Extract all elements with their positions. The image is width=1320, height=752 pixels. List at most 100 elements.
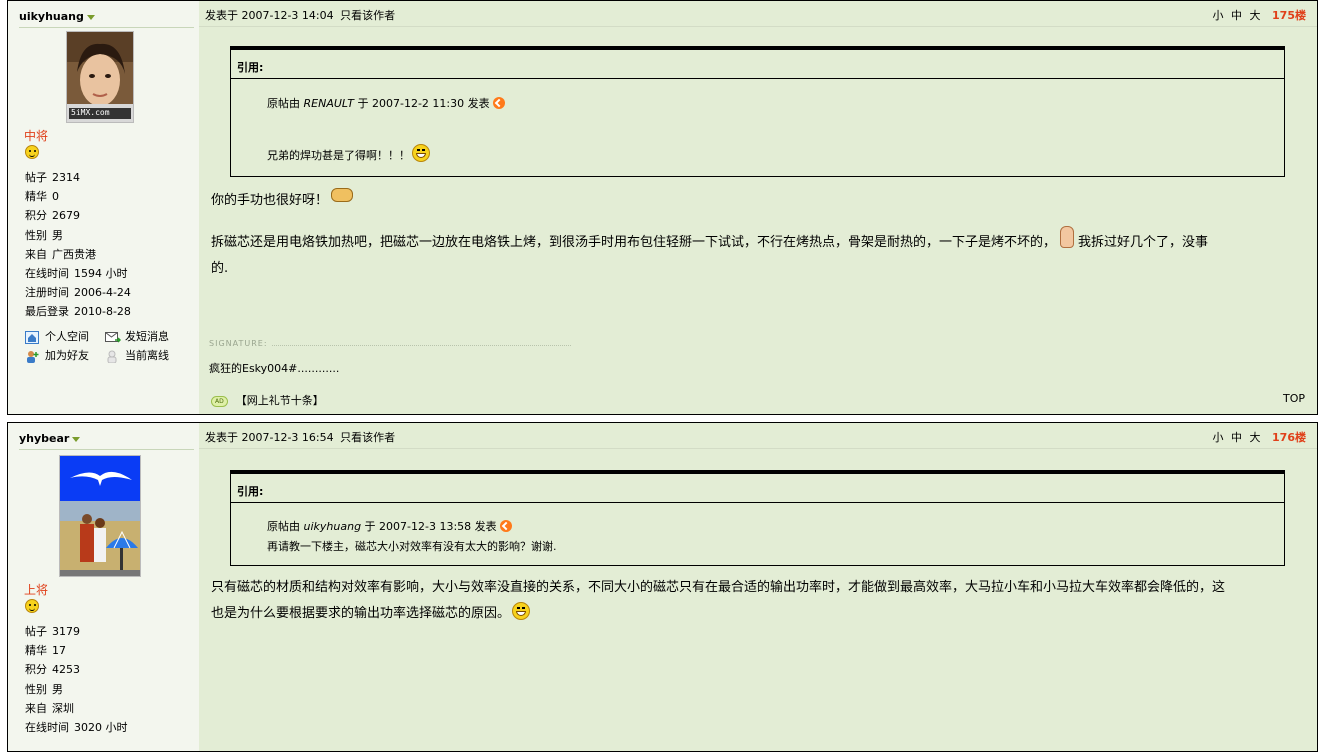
quote-source-prefix: 原帖由 <box>267 97 300 110</box>
stat-value: 深圳 <box>52 701 74 715</box>
rank-icon <box>25 144 39 163</box>
avatar: 5iMX.com <box>66 31 134 123</box>
user-rank: 中将 <box>24 129 49 143</box>
chevron-down-icon[interactable] <box>72 436 81 442</box>
grin-emoji-icon <box>412 144 430 162</box>
author-name-link[interactable]: uikyhuang <box>19 10 84 23</box>
space-link[interactable]: 个人空间 <box>25 328 89 344</box>
stat-key: 最后登录 <box>25 305 69 319</box>
quote-source-prefix: 原帖由 <box>267 520 300 533</box>
goto-post-icon[interactable] <box>492 97 505 109</box>
stat-value: 3020 小时 <box>74 721 128 735</box>
font-size-large[interactable]: 大 <box>1250 431 1261 444</box>
goto-post-icon[interactable] <box>499 520 512 532</box>
stat-row: 帖子 2314 <box>25 168 131 187</box>
stat-row: 帖子 3179 <box>25 622 128 641</box>
author-sidebar: yhybear 上将 帖子 3179 精华 17 积分 4253 性别 男 来自… <box>8 423 199 751</box>
stat-value: 2314 <box>52 171 80 184</box>
stat-value: 男 <box>52 228 63 242</box>
stat-value: 男 <box>52 682 63 696</box>
post-175: uikyhuang 5iMX.com 中将 帖子 2314 精华 0 积分 2679 … <box>7 0 1318 415</box>
ad-link[interactable]: AD 【网上礼节十条】 <box>211 392 324 408</box>
avatar <box>59 455 141 577</box>
quote-author: RENAULT <box>303 97 355 110</box>
stat-row: 精华 0 <box>25 187 131 206</box>
only-author-link[interactable]: 只看该作者 <box>340 9 395 22</box>
quote-label: 引用: <box>237 61 264 74</box>
handshake-emoji-icon <box>331 188 354 202</box>
quote-divider <box>231 502 1284 503</box>
header-divider <box>199 26 1317 27</box>
body-text: 拆磁芯还是用电烙铁加热吧，把磁芯一边放在电烙铁上烤，到很汤手时用布包住轻掰一下试… <box>211 235 1057 250</box>
chevron-down-icon[interactable] <box>86 14 95 20</box>
body-text: 你的手功也很好呀！ <box>211 193 329 208</box>
stat-key: 帖子 <box>25 171 47 184</box>
stat-value: 17 <box>52 644 66 658</box>
font-size-small[interactable]: 小 <box>1213 9 1224 22</box>
add-friend-label: 加为好友 <box>45 349 89 362</box>
post-date: 发表于 2007-12-3 16:54 <box>205 431 334 444</box>
quote-divider <box>231 78 1284 79</box>
stat-row: 精华 17 <box>25 641 128 660</box>
status-label: 当前离线 <box>125 349 169 362</box>
online-status: 当前离线 <box>105 347 169 363</box>
user-stats: 帖子 3179 精华 17 积分 4253 性别男 来自 深圳 在线时间 3020 小时 <box>25 622 128 737</box>
quote-source-suffix: 于 2007-12-2 11:30 发表 <box>357 97 490 110</box>
quote-block: 引用: 原帖由 RENAULT 于 2007-12-2 11:30 发表 兄弟的… <box>230 46 1285 177</box>
font-size-medium[interactable]: 中 <box>1231 9 1242 22</box>
font-size-small[interactable]: 小 <box>1213 431 1224 444</box>
stat-row: 来自 深圳 <box>25 699 128 718</box>
quote-text: 再请教一下楼主，磁芯大小对效率有没有太大的影响？谢谢. <box>267 540 557 553</box>
stat-value: 4253 <box>52 663 80 677</box>
floor-number[interactable]: 175楼 <box>1272 9 1306 22</box>
user-rank: 上将 <box>24 583 49 597</box>
post-content: 发表于 2007-12-3 16:54 只看该作者 小 中 大 176楼 引用:… <box>199 423 1317 751</box>
home-icon <box>25 330 39 344</box>
stat-key: 帖子 <box>25 625 47 638</box>
body-text: 的. <box>211 261 229 276</box>
font-size-medium[interactable]: 中 <box>1231 431 1242 444</box>
stat-value: 广西贵港 <box>52 247 96 261</box>
stat-value: 2006-4-24 <box>74 286 131 300</box>
author-sidebar: uikyhuang 5iMX.com 中将 帖子 2314 精华 0 积分 2679 … <box>8 1 199 414</box>
post-body: 你的手功也很好呀！ 拆磁芯还是用电烙铁加热吧，把磁芯一边放在电烙铁上烤，到很汤手… <box>211 188 1306 282</box>
author-name[interactable]: yhybear <box>19 432 194 450</box>
floor-number[interactable]: 176楼 <box>1272 431 1306 444</box>
add-friend-link[interactable]: 加为好友 <box>25 347 89 363</box>
stat-key: 精华 <box>25 190 47 204</box>
quote-source: 原帖由 uikyhuang 于 2007-12-3 13:58 发表 <box>267 518 512 534</box>
body-paragraph: 拆磁芯还是用电烙铁加热吧，把磁芯一边放在电烙铁上烤，到很汤手时用布包住轻掰一下试… <box>211 226 1306 256</box>
body-text: 我拆过好几个了，没事 <box>1078 235 1209 250</box>
user-stats: 帖子 2314 精华 0 积分 2679 性别男 来自 广西贵港 在线时间 1594 小时… <box>25 168 131 322</box>
quote-block: 引用: 原帖由 uikyhuang 于 2007-12-3 13:58 发表 再… <box>230 470 1285 566</box>
only-author-link[interactable]: 只看该作者 <box>340 431 395 444</box>
ad-text[interactable]: 【网上礼节十条】 <box>236 394 324 407</box>
stat-value: 0 <box>52 190 59 204</box>
quote-label: 引用: <box>237 485 264 498</box>
space-label: 个人空间 <box>45 330 89 343</box>
stat-key: 积分 <box>25 209 47 223</box>
author-name[interactable]: uikyhuang <box>19 10 194 28</box>
back-to-top-link[interactable]: TOP <box>1283 392 1305 405</box>
body-text: 也是为什么要根据要求的输出功率选择磁芯的原因。 <box>211 606 511 621</box>
post-date: 发表于 2007-12-3 14:04 <box>205 9 334 22</box>
author-name-link[interactable]: yhybear <box>19 432 69 445</box>
signature-label: SIGNATURE: <box>209 339 272 348</box>
stat-row: 性别男 <box>25 680 128 699</box>
signature-text: 疯狂的Esky004#............ <box>209 362 340 375</box>
body-paragraph: 也是为什么要根据要求的输出功率选择磁芯的原因。 <box>211 601 1311 627</box>
avatar-watermark: 5iMX.com <box>71 108 110 117</box>
stat-key: 来自 <box>25 701 47 715</box>
pm-link[interactable]: 发短消息 <box>105 328 169 344</box>
stat-row: 积分 2679 <box>25 206 131 225</box>
stat-key: 性别 <box>25 228 47 242</box>
quote-source: 原帖由 RENAULT 于 2007-12-2 11:30 发表 <box>267 95 505 111</box>
font-size-large[interactable]: 大 <box>1250 9 1261 22</box>
quote-author: uikyhuang <box>303 520 362 533</box>
stat-row: 性别男 <box>25 226 131 245</box>
stat-key: 积分 <box>25 663 47 677</box>
post-body: 只有磁芯的材质和结构对效率有影响，大小与效率没直接的关系，不同大小的磁芯只有在最… <box>211 575 1311 627</box>
victory-hand-icon <box>1060 226 1075 248</box>
stat-row: 注册时间 2006-4-24 <box>25 283 131 302</box>
